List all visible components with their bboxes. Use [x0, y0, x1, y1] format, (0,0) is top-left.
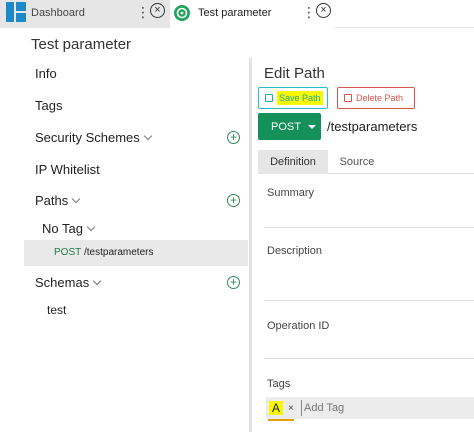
close-icon[interactable]: × [316, 3, 331, 18]
chevron-down-icon [86, 222, 96, 232]
tab-definition[interactable]: Definition [258, 150, 328, 174]
sidebar-item-label: No Tag [42, 221, 83, 236]
method-label: POST [271, 120, 301, 133]
add-tag-input[interactable] [301, 400, 345, 416]
save-path-label: Save Path [277, 91, 323, 105]
save-path-button[interactable]: Save Path [258, 87, 328, 109]
edit-path-title: Edit Path [264, 65, 325, 82]
sidebar-item-schemas[interactable]: Schemas [35, 275, 102, 290]
tag-chip-label: A [269, 401, 284, 415]
add-path-icon[interactable]: + [227, 194, 240, 207]
editor-tabs: Definition Source [258, 150, 474, 174]
sidebar-item-paths[interactable]: Paths [35, 193, 81, 208]
tab-dashboard-label: Dashboard [31, 7, 85, 19]
path-value[interactable]: /testparameters [327, 119, 417, 134]
add-security-scheme-icon[interactable]: + [227, 131, 240, 144]
sidebar-item-no-tag[interactable]: No Tag [42, 221, 96, 236]
dashboard-logo-icon [6, 2, 26, 22]
save-icon [265, 94, 273, 102]
sidebar-item-security-schemes[interactable]: Security Schemes [35, 130, 153, 145]
close-icon[interactable]: × [150, 3, 165, 18]
tag-chip-underline [268, 419, 294, 421]
tab-bar: Dashboard ⋮ × Test parameter ⋮ × [0, 0, 474, 28]
sidebar-divider[interactable] [249, 58, 252, 432]
tab-dashboard[interactable]: Dashboard ⋮ × [0, 0, 170, 28]
summary-label: Summary [267, 187, 315, 199]
sidebar-item-ip-whitelist[interactable]: IP Whitelist [35, 162, 100, 177]
operation-id-label: Operation ID [267, 320, 330, 332]
tags-label: Tags [267, 378, 291, 390]
delete-path-button[interactable]: Delete Path [337, 87, 415, 109]
delete-path-label: Delete Path [356, 93, 404, 103]
operation-id-field[interactable] [264, 358, 474, 359]
remove-tag-icon[interactable]: × [288, 403, 294, 414]
chevron-down-icon [92, 276, 102, 286]
api-globe-icon [174, 5, 190, 21]
add-schema-icon[interactable]: + [227, 276, 240, 289]
sidebar-item-tags[interactable]: Tags [35, 98, 62, 113]
tag-chip[interactable]: A × [269, 399, 294, 417]
sidebar-path-row[interactable]: POST /testparameters [24, 240, 248, 266]
sidebar-item-test-schema[interactable]: test [47, 303, 66, 317]
tab-test-parameter-label: Test parameter [198, 7, 272, 19]
chevron-down-icon [72, 194, 81, 204]
description-label: Description [267, 245, 323, 257]
description-field[interactable] [264, 300, 474, 301]
path-name-label: /testparameters [84, 247, 154, 258]
method-dropdown[interactable]: POST [258, 113, 321, 140]
summary-field[interactable] [264, 227, 474, 228]
caret-down-icon [307, 124, 316, 129]
tab-source[interactable]: Source [332, 150, 382, 174]
chevron-down-icon [143, 131, 153, 141]
page-title: Test parameter [31, 36, 132, 53]
sidebar-item-label: Paths [35, 193, 69, 208]
sidebar-item-label: Security Schemes [35, 130, 140, 145]
trash-icon [344, 94, 352, 102]
sidebar-item-label: Schemas [35, 275, 90, 290]
more-options-icon[interactable]: ⋮ [136, 2, 150, 22]
path-method-label: POST [54, 247, 82, 258]
tab-test-parameter[interactable]: Test parameter ⋮ × [170, 0, 335, 28]
sidebar-item-info[interactable]: Info [35, 66, 57, 81]
tags-field[interactable]: A × [266, 397, 474, 419]
more-options-icon[interactable]: ⋮ [302, 2, 316, 22]
